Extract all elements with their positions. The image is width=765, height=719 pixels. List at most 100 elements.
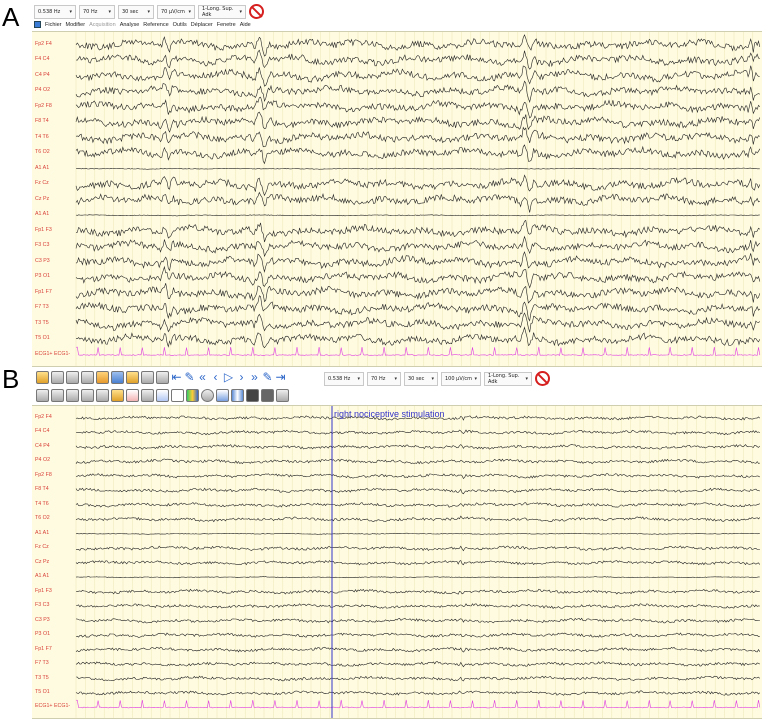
montage-select[interactable]: 1-Long. Sup. Adk ▾: [484, 371, 532, 386]
tools-icon[interactable]: [81, 371, 94, 384]
printer-batch-icon[interactable]: [81, 389, 94, 402]
fast-forward-icon[interactable]: »: [249, 371, 260, 384]
menu-fichier[interactable]: Fichier: [45, 22, 62, 28]
menu-modifier[interactable]: Modifier: [66, 22, 86, 28]
eeg-trace: [75, 487, 760, 495]
play-icon[interactable]: ▷: [223, 371, 234, 384]
menu-deplacer[interactable]: Déplacer: [191, 22, 213, 28]
stop-icon[interactable]: [535, 371, 550, 386]
menu-aide[interactable]: Aide: [240, 22, 251, 28]
eeg-trace: [75, 560, 761, 566]
zoom-icon[interactable]: [141, 371, 154, 384]
print-icon[interactable]: [66, 371, 79, 384]
first-page-icon[interactable]: ⇤: [171, 371, 182, 384]
chevron-down-icon: ▾: [474, 375, 477, 382]
channel-label: Fp1 F7: [35, 288, 52, 295]
open-folder-icon[interactable]: [36, 371, 49, 384]
step-back-icon[interactable]: ‹: [210, 371, 221, 384]
channel-label: A1 A1: [35, 211, 50, 218]
lowpass-select[interactable]: 70 Hz ▾: [79, 4, 115, 19]
channel-label: T3 T5: [35, 674, 49, 681]
pen-icon[interactable]: ✎: [184, 371, 195, 384]
timebase-value: 30 sec: [408, 375, 425, 382]
filter-icon[interactable]: [156, 389, 169, 402]
menu-fenetre[interactable]: Fenetre: [217, 22, 236, 28]
channel-label: T6 O2: [35, 515, 50, 522]
color-map-icon[interactable]: [186, 389, 199, 402]
cut-icon[interactable]: [96, 371, 109, 384]
gain-select[interactable]: 70 µV/cm ▾: [157, 4, 195, 19]
chevron-down-icon: ▾: [108, 8, 111, 15]
panel-b-icon-toolbar-row1: ⇤ ✎ « ‹ ▷ › » ✎ ⇥: [36, 371, 286, 384]
paste-icon[interactable]: [126, 371, 139, 384]
channel-label: C3 P3: [35, 616, 50, 623]
lowpass-value: 70 Hz: [371, 375, 386, 382]
timebase-select[interactable]: 30 sec ▾: [404, 371, 438, 386]
menu-analyse[interactable]: Analyse: [120, 22, 140, 28]
eeg-trace: [75, 312, 760, 333]
camera-icon[interactable]: [261, 389, 274, 402]
gain-value: 70 µV/cm: [161, 8, 185, 15]
chevron-down-icon: ▾: [69, 8, 72, 15]
eeg-trace: [75, 646, 761, 653]
channel-label: Cz Pz: [35, 558, 50, 565]
printer-icon[interactable]: [51, 389, 64, 402]
last-page-icon[interactable]: ⇥: [275, 371, 286, 384]
eeg-trace: [75, 532, 760, 535]
eeg-trace: [75, 473, 760, 479]
print-preview-icon[interactable]: [36, 389, 49, 402]
dipole-icon[interactable]: [216, 389, 229, 402]
highpass-select[interactable]: 0.538 Hz ▾: [34, 4, 76, 19]
spectrum-icon[interactable]: [126, 389, 139, 402]
panel-a-letter: A: [2, 2, 20, 32]
montage-value: 1-Long. Sup. Adk: [488, 372, 520, 385]
channel-label: Fp1 F3: [35, 226, 52, 233]
chevron-down-icon: ▾: [525, 375, 528, 382]
menu-acquisition[interactable]: Acquisition: [89, 22, 116, 28]
channel-label: C3 P3: [35, 257, 50, 264]
gain-select[interactable]: 100 µV/cm ▾: [441, 371, 481, 386]
properties-icon[interactable]: [96, 389, 109, 402]
mute-icon[interactable]: [276, 389, 289, 402]
fast-rewind-icon[interactable]: «: [197, 371, 208, 384]
panel-b-icon-toolbar-row2: [36, 389, 289, 402]
lowpass-value: 70 Hz: [83, 8, 98, 15]
lowpass-select[interactable]: 70 Hz ▾: [367, 371, 401, 386]
save-icon[interactable]: [51, 371, 64, 384]
eeg-trace: [75, 429, 760, 436]
eeg-trace: [75, 603, 760, 609]
lock-icon[interactable]: [111, 389, 124, 402]
channel-label: T3 T5: [35, 319, 49, 326]
eeg-trace: [75, 502, 760, 508]
marker-icon[interactable]: ✎: [262, 371, 273, 384]
panel-b-filter-toolbar: 0.538 Hz ▾ 70 Hz ▾ 30 sec ▾ 100 µV/cm ▾ 1-Lo…: [324, 371, 550, 386]
channel-label: T6 O2: [35, 149, 50, 156]
channel-label: T5 O1: [35, 335, 50, 342]
step-forward-icon[interactable]: ›: [236, 371, 247, 384]
video-icon[interactable]: [246, 389, 259, 402]
menu-outils[interactable]: Outils: [173, 22, 187, 28]
menu-reference[interactable]: Reference: [143, 22, 168, 28]
channel-label: P4 O2: [35, 457, 51, 464]
copy-icon[interactable]: [111, 371, 124, 384]
printer-settings-icon[interactable]: [66, 389, 79, 402]
cube-icon[interactable]: [141, 389, 154, 402]
channel-label: T4 T6: [35, 133, 49, 140]
eeg-trace: [75, 96, 761, 119]
cursor-icon[interactable]: [171, 389, 184, 402]
montage-value: 1-Long. Sup. Adk: [202, 5, 234, 18]
head-map-icon[interactable]: [201, 389, 214, 402]
eeg-trace: [75, 174, 761, 197]
display-icon[interactable]: [156, 371, 169, 384]
montage-select[interactable]: 1-Long. Sup. Adk ▾: [198, 4, 246, 19]
chevron-down-icon: ▾: [188, 8, 191, 15]
channel-label: F4 C4: [35, 56, 50, 63]
panel-a-filter-toolbar: 0.538 Hz ▾ 70 Hz ▾ 30 sec ▾ 70 µV/cm ▾ 1-Lon…: [34, 4, 264, 19]
stop-icon[interactable]: [249, 4, 264, 19]
channel-label: Fp1 F3: [35, 587, 52, 594]
eeg-trace: [75, 34, 761, 57]
highpass-select[interactable]: 0.538 Hz ▾: [324, 371, 364, 386]
channel-label: Fp2 F8: [35, 102, 52, 109]
timebase-select[interactable]: 30 sec ▾: [118, 4, 154, 19]
split-view-icon[interactable]: [231, 389, 244, 402]
